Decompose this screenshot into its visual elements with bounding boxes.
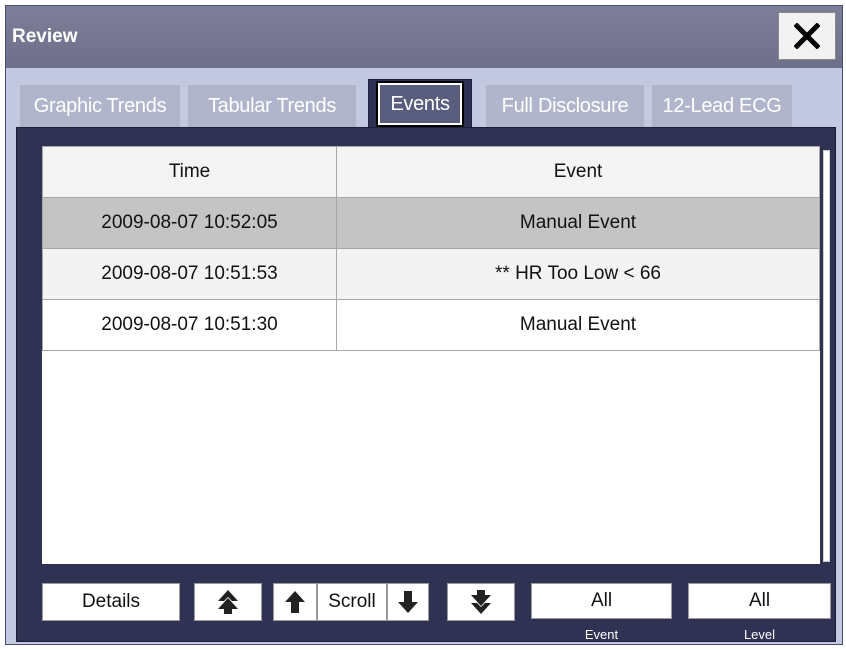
table-row[interactable]: 2009-08-07 10:52:05 Manual Event xyxy=(42,197,820,249)
page-up-button[interactable] xyxy=(194,583,262,621)
level-filter-button[interactable]: All xyxy=(688,583,831,619)
level-filter-value: All xyxy=(748,590,771,611)
cell-event: ** HR Too Low < 66 xyxy=(336,248,820,300)
tab-graphic-trends[interactable]: Graphic Trends xyxy=(20,85,180,127)
table-row[interactable]: 2009-08-07 10:51:30 Manual Event xyxy=(42,299,820,351)
up-arrow-icon xyxy=(285,591,305,613)
bottom-toolbar: Details Scroll All All xyxy=(42,583,842,623)
tab-events[interactable]: Events xyxy=(368,79,472,129)
cell-event: Manual Event xyxy=(336,299,820,351)
details-button[interactable]: Details xyxy=(42,583,180,621)
scroll-label-box: Scroll xyxy=(317,583,387,621)
event-filter-value: All xyxy=(590,590,613,611)
window-title: Review xyxy=(12,26,78,47)
review-window: Review Graphic Trends Tabular Trends Eve… xyxy=(5,5,843,645)
level-filter-caption: Level xyxy=(743,627,776,642)
page-down-button[interactable] xyxy=(447,583,515,621)
down-arrow-icon xyxy=(398,591,418,613)
events-table: Time Event 2009-08-07 10:52:05 Manual Ev… xyxy=(42,146,820,351)
tab-label: Graphic Trends xyxy=(33,94,167,117)
scroll-label: Scroll xyxy=(328,591,376,612)
table-header-row: Time Event xyxy=(42,146,820,198)
column-header-event[interactable]: Event xyxy=(336,146,820,198)
close-icon xyxy=(794,23,820,49)
tab-label: Full Disclosure xyxy=(501,94,629,117)
tab-label: Events xyxy=(376,81,464,127)
details-label: Details xyxy=(81,591,141,612)
table-row[interactable]: 2009-08-07 10:51:53 ** HR Too Low < 66 xyxy=(42,248,820,300)
cell-event: Manual Event xyxy=(336,197,820,249)
close-button[interactable] xyxy=(778,12,836,60)
events-panel: Time Event 2009-08-07 10:52:05 Manual Ev… xyxy=(16,127,836,642)
title-bar: Review xyxy=(6,6,842,68)
events-table-container: Time Event 2009-08-07 10:52:05 Manual Ev… xyxy=(42,146,820,564)
column-header-time[interactable]: Time xyxy=(42,146,337,198)
cell-time: 2009-08-07 10:52:05 xyxy=(42,197,337,249)
event-filter-button[interactable]: All xyxy=(531,583,672,619)
double-up-arrow-icon xyxy=(218,590,238,614)
tab-12-lead-ecg[interactable]: 12-Lead ECG xyxy=(652,85,792,127)
cell-time: 2009-08-07 10:51:30 xyxy=(42,299,337,351)
scroll-down-button[interactable] xyxy=(387,583,429,621)
scroll-up-button[interactable] xyxy=(273,583,317,621)
cell-time: 2009-08-07 10:51:53 xyxy=(42,248,337,300)
tab-tabular-trends[interactable]: Tabular Trends xyxy=(188,85,356,127)
tab-full-disclosure[interactable]: Full Disclosure xyxy=(486,85,644,127)
double-down-arrow-icon xyxy=(471,590,491,614)
tab-label: Tabular Trends xyxy=(207,94,337,117)
event-filter-caption: Event xyxy=(584,627,619,642)
tab-label: 12-Lead ECG xyxy=(662,94,782,117)
vertical-scrollbar[interactable] xyxy=(823,150,830,562)
